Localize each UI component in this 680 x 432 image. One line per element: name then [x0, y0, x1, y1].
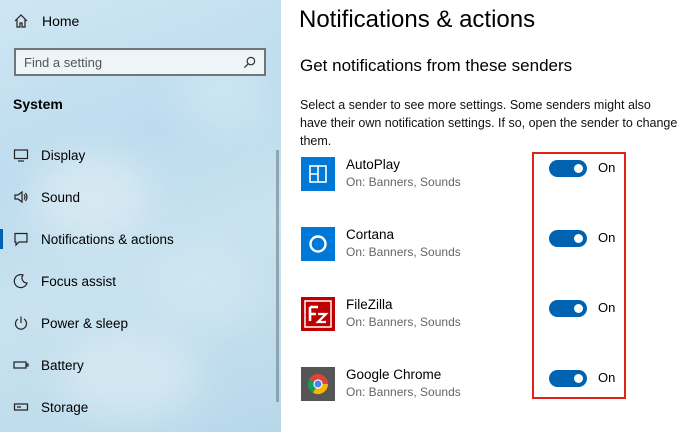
- search-box[interactable]: [14, 48, 266, 76]
- sidebar-item-storage[interactable]: Storage: [0, 393, 270, 421]
- sender-status: On: Banners, Sounds: [346, 245, 461, 259]
- sender-name: Cortana: [346, 227, 395, 242]
- autoplay-icon: [301, 157, 335, 191]
- power-icon: [13, 315, 29, 331]
- page-title: Notifications & actions: [299, 6, 536, 33]
- sidebar-item-display[interactable]: Display: [0, 141, 270, 169]
- speaker-icon: [13, 189, 29, 205]
- sender-name: AutoPlay: [346, 157, 401, 172]
- sidebar: Home System Display Sound Notifications …: [0, 0, 281, 432]
- sender-status: On: Banners, Sounds: [346, 315, 461, 329]
- sidebar-item-label: Sound: [41, 189, 81, 205]
- home-icon: [14, 14, 28, 28]
- chrome-icon: [301, 367, 335, 401]
- sidebar-item-notifications[interactable]: Notifications & actions: [0, 225, 270, 253]
- nav-home[interactable]: Home: [13, 10, 79, 32]
- search-icon[interactable]: [243, 56, 256, 69]
- sidebar-item-sound[interactable]: Sound: [0, 183, 270, 211]
- sidebar-item-label: Battery: [41, 357, 84, 373]
- sidebar-item-label: Power & sleep: [41, 315, 129, 331]
- search-input[interactable]: [24, 54, 243, 70]
- cortana-icon: [301, 227, 335, 261]
- sidebar-scrollbar[interactable]: [276, 150, 279, 402]
- sidebar-item-label: Display: [41, 147, 86, 163]
- sender-status: On: Banners, Sounds: [346, 385, 461, 399]
- nav-home-label: Home: [42, 13, 80, 29]
- sidebar-item-battery[interactable]: Battery: [0, 351, 270, 379]
- battery-icon: [13, 357, 29, 373]
- sidebar-item-focus-assist[interactable]: Focus assist: [0, 267, 270, 295]
- sidebar-item-label: Notifications & actions: [41, 231, 174, 247]
- sender-name: FileZilla: [346, 297, 393, 312]
- sidebar-item-power-sleep[interactable]: Power & sleep: [0, 309, 270, 337]
- notification-icon: [13, 231, 29, 247]
- sender-status: On: Banners, Sounds: [346, 175, 461, 189]
- section-subtitle: Get notifications from these senders: [300, 56, 573, 75]
- section-title: System: [13, 96, 63, 112]
- filezilla-icon: [301, 297, 335, 331]
- sidebar-item-label: Focus assist: [41, 273, 117, 289]
- description: Select a sender to see more settings. So…: [300, 98, 678, 148]
- highlight-box: [532, 152, 626, 399]
- monitor-icon: [13, 147, 29, 163]
- storage-icon: [13, 399, 29, 415]
- sender-name: Google Chrome: [346, 367, 442, 382]
- moon-icon: [13, 273, 29, 289]
- sidebar-item-label: Storage: [41, 399, 89, 415]
